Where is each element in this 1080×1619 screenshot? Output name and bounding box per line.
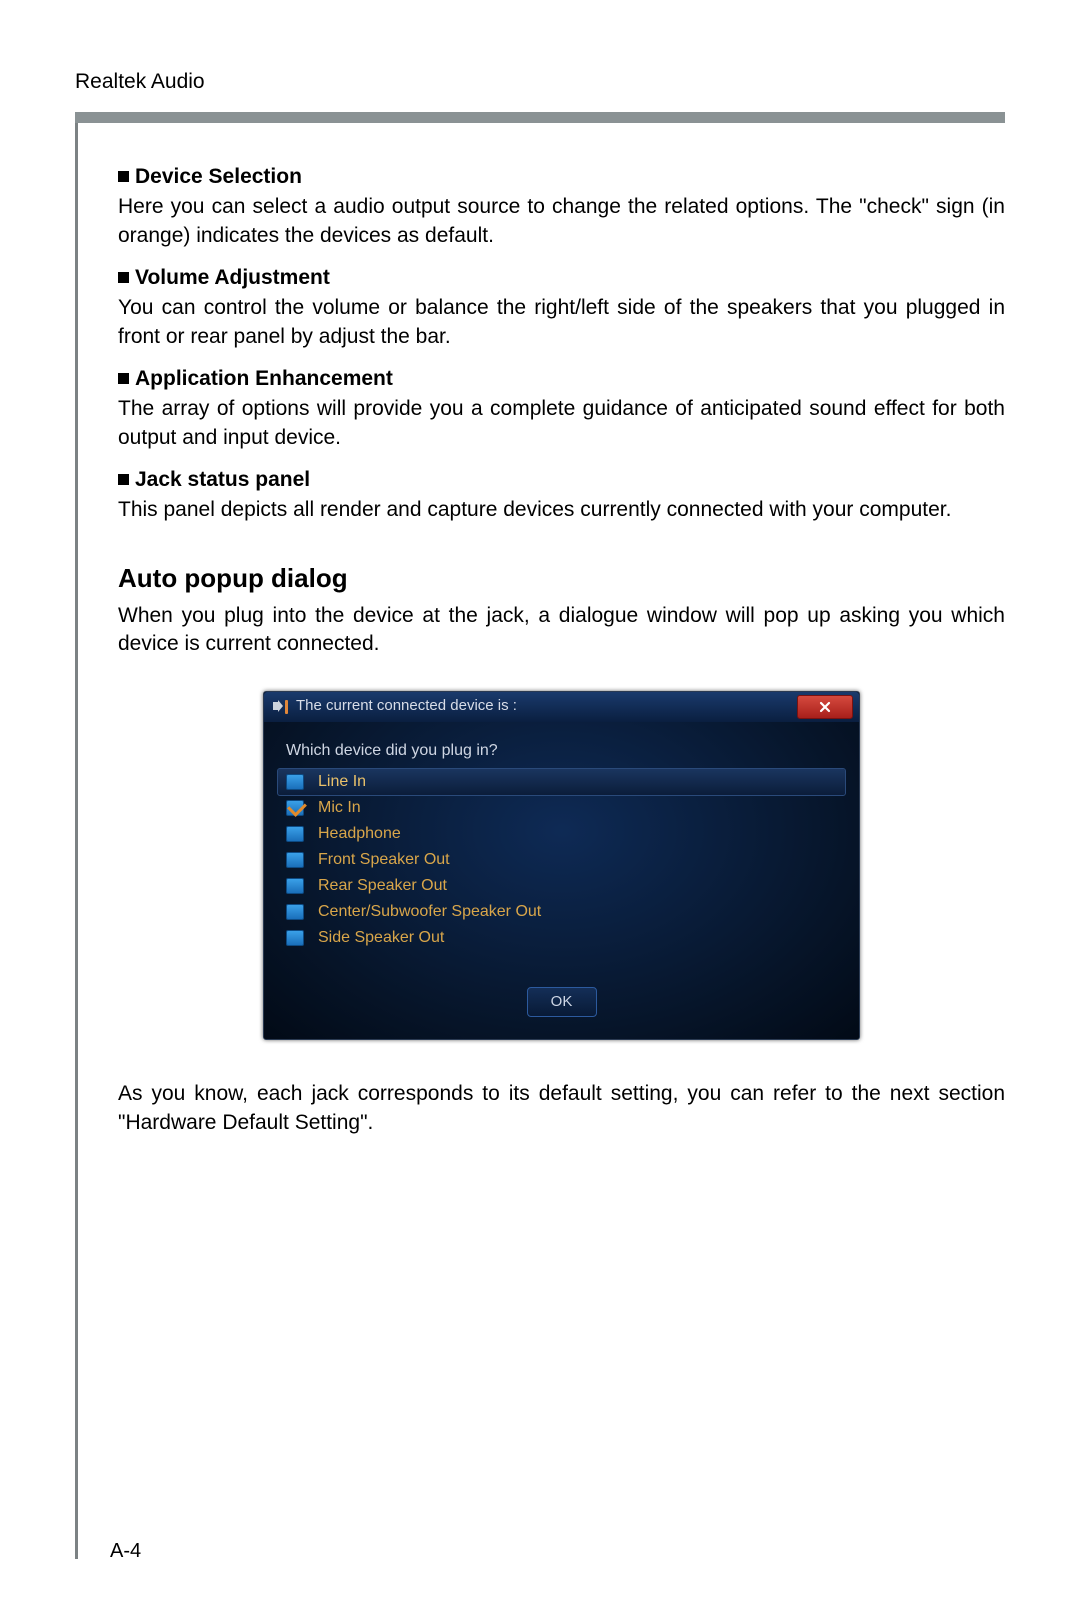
checkbox-icon bbox=[286, 930, 304, 946]
side-rule: Device Selection Here you can select a a… bbox=[75, 123, 1005, 1559]
bullet-icon bbox=[118, 171, 129, 182]
device-option-label: Rear Speaker Out bbox=[318, 875, 447, 897]
device-option[interactable]: Line In bbox=[278, 769, 845, 795]
page-number: A-4 bbox=[110, 1540, 141, 1563]
section-head-device-selection: Device Selection bbox=[118, 163, 1005, 191]
checkbox-icon bbox=[286, 774, 304, 790]
device-option-label: Line In bbox=[318, 771, 366, 793]
device-option[interactable]: Center/Subwoofer Speaker Out bbox=[286, 899, 837, 925]
device-option[interactable]: Headphone bbox=[286, 821, 837, 847]
close-icon bbox=[818, 700, 832, 714]
section-head-application-enhancement: Application Enhancement bbox=[118, 365, 1005, 393]
device-option[interactable]: Mic In bbox=[286, 795, 837, 821]
device-option-label: Side Speaker Out bbox=[318, 927, 444, 949]
section-head-jack-status: Jack status panel bbox=[118, 466, 1005, 494]
close-button[interactable] bbox=[797, 695, 853, 719]
section-head-volume-adjustment: Volume Adjustment bbox=[118, 264, 1005, 292]
device-option[interactable]: Rear Speaker Out bbox=[286, 873, 837, 899]
bullet-icon bbox=[118, 373, 129, 384]
auto-popup-intro: When you plug into the device at the jac… bbox=[118, 602, 1005, 659]
auto-popup-outro: As you know, each jack corresponds to it… bbox=[118, 1080, 1005, 1137]
dialog-titlebar: The current connected device is : bbox=[264, 692, 859, 722]
ok-button[interactable]: OK bbox=[527, 987, 597, 1017]
dialog-title: The current connected device is : bbox=[296, 696, 517, 716]
section-title: Device Selection bbox=[135, 165, 302, 188]
device-option-label: Mic In bbox=[318, 797, 361, 819]
section-body: You can control the volume or balance th… bbox=[118, 294, 1005, 351]
speaker-icon bbox=[272, 699, 290, 715]
section-body: Here you can select a audio output sourc… bbox=[118, 193, 1005, 250]
section-body: This panel depicts all render and captur… bbox=[118, 496, 1005, 524]
dialog-screenshot: The current connected device is : Which … bbox=[118, 691, 1005, 1041]
section-title: Volume Adjustment bbox=[135, 266, 330, 289]
section-body: The array of options will provide you a … bbox=[118, 395, 1005, 452]
dialog-options: Line In Mic In Headphone Front Speaker Out R… bbox=[264, 769, 859, 973]
section-title: Application Enhancement bbox=[135, 367, 393, 390]
device-option-label: Front Speaker Out bbox=[318, 849, 450, 871]
running-head: Realtek Audio bbox=[75, 70, 1005, 94]
bullet-icon bbox=[118, 474, 129, 485]
device-option-label: Center/Subwoofer Speaker Out bbox=[318, 901, 541, 923]
bullet-icon bbox=[118, 272, 129, 283]
device-option-label: Headphone bbox=[318, 823, 401, 845]
header-rule bbox=[75, 112, 1005, 123]
checkbox-icon bbox=[286, 826, 304, 842]
checkbox-icon bbox=[286, 800, 304, 816]
checkbox-icon bbox=[286, 852, 304, 868]
page: Realtek Audio Device Selection Here you … bbox=[0, 0, 1080, 1619]
checkbox-icon bbox=[286, 878, 304, 894]
device-option[interactable]: Side Speaker Out bbox=[286, 925, 837, 951]
content: Device Selection Here you can select a a… bbox=[118, 163, 1005, 1137]
device-option[interactable]: Front Speaker Out bbox=[286, 847, 837, 873]
section-title: Jack status panel bbox=[135, 468, 310, 491]
dialog-prompt: Which device did you plug in? bbox=[264, 722, 859, 770]
auto-popup-heading: Auto popup dialog bbox=[118, 561, 1005, 596]
checkbox-icon bbox=[286, 904, 304, 920]
device-dialog: The current connected device is : Which … bbox=[263, 691, 860, 1041]
